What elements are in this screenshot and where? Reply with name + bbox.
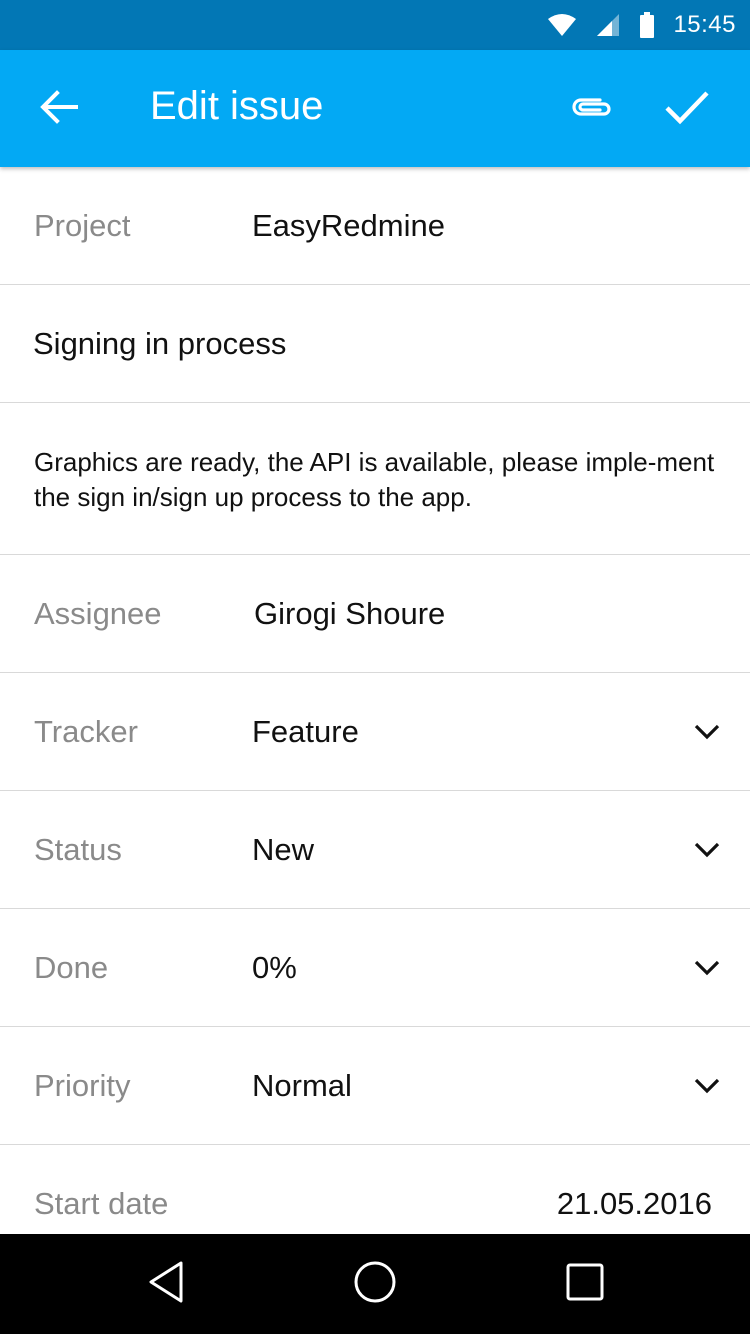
project-row[interactable]: Project EasyRedmine bbox=[0, 167, 750, 285]
clock: 15:45 bbox=[673, 11, 736, 38]
check-icon bbox=[664, 89, 710, 130]
subject-text: Signing in process bbox=[33, 325, 287, 361]
subject-field[interactable]: Signing in process bbox=[0, 285, 750, 403]
description-field[interactable]: Graphics are ready, the API is available… bbox=[0, 403, 750, 555]
status-row[interactable]: Status New bbox=[0, 791, 750, 909]
description-text: Graphics are ready, the API is available… bbox=[34, 447, 715, 512]
nav-home-icon bbox=[353, 1260, 397, 1309]
priority-value: Normal bbox=[252, 1067, 352, 1103]
screen: 15:45 Edit issue Project EasyRedmine Sig… bbox=[0, 0, 750, 1334]
start-date-row[interactable]: Start date 21.05.2016 bbox=[0, 1145, 750, 1234]
chevron-down-icon[interactable] bbox=[694, 909, 720, 1026]
wifi-icon bbox=[547, 13, 577, 37]
arrow-back-icon bbox=[40, 89, 78, 129]
chevron-down-icon[interactable] bbox=[694, 791, 720, 908]
chevron-down-icon[interactable] bbox=[694, 1027, 720, 1144]
start-date-value: 21.05.2016 bbox=[556, 1186, 712, 1221]
tracker-value: Feature bbox=[252, 713, 359, 749]
nav-back-button[interactable] bbox=[126, 1254, 206, 1314]
paperclip-icon bbox=[570, 94, 614, 125]
nav-home-button[interactable] bbox=[335, 1254, 415, 1314]
chevron-down-icon[interactable] bbox=[694, 673, 720, 790]
tracker-row[interactable]: Tracker Feature bbox=[0, 673, 750, 791]
assignee-row[interactable]: Assignee Girogi Shoure bbox=[0, 555, 750, 673]
edit-issue-form: Project EasyRedmine Signing in process G… bbox=[0, 167, 750, 1234]
battery-icon bbox=[639, 12, 655, 38]
assignee-value: Girogi Shoure bbox=[254, 595, 446, 631]
nav-recents-button[interactable] bbox=[545, 1254, 625, 1314]
save-button[interactable] bbox=[650, 76, 724, 142]
done-value: 0% bbox=[252, 949, 297, 985]
status-value: New bbox=[252, 831, 315, 867]
tracker-label: Tracker bbox=[34, 713, 138, 749]
done-row[interactable]: Done 0% bbox=[0, 909, 750, 1027]
project-label: Project bbox=[34, 207, 131, 243]
signal-icon bbox=[595, 13, 621, 37]
nav-recents-icon bbox=[565, 1262, 605, 1307]
done-label: Done bbox=[34, 949, 109, 985]
page-title: Edit issue bbox=[150, 84, 324, 128]
system-nav-bar bbox=[0, 1234, 750, 1334]
back-button[interactable] bbox=[24, 78, 94, 140]
status-bar: 15:45 bbox=[0, 0, 750, 50]
assignee-label: Assignee bbox=[34, 595, 162, 631]
start-date-label: Start date bbox=[34, 1186, 169, 1221]
attach-button[interactable] bbox=[555, 78, 629, 140]
status-label: Status bbox=[34, 831, 122, 867]
priority-label: Priority bbox=[34, 1067, 131, 1103]
app-bar: Edit issue bbox=[0, 50, 750, 167]
project-value: EasyRedmine bbox=[252, 207, 445, 243]
priority-row[interactable]: Priority Normal bbox=[0, 1027, 750, 1145]
nav-back-icon bbox=[146, 1260, 186, 1309]
